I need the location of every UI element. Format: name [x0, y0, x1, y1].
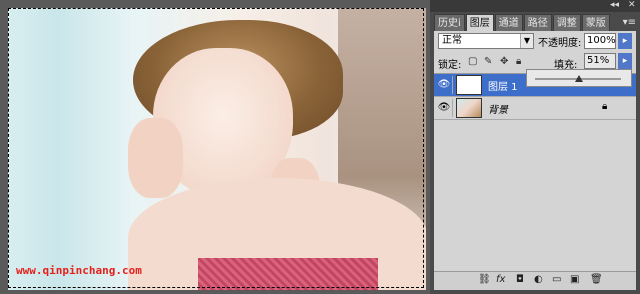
tab-paths[interactable]: 路径 — [523, 14, 552, 31]
blend-opacity-row: 正常 ▼ 不透明度: 100% ▸ — [438, 33, 634, 51]
blend-mode-select[interactable]: 正常 ▼ — [438, 33, 534, 49]
collapse-icon[interactable]: ◂◂ — [610, 0, 619, 10]
panel-topbar: ◂◂ ✕ — [430, 0, 640, 12]
photo-hand-left — [128, 118, 183, 198]
new-layer-icon[interactable]: ▣ — [570, 274, 579, 285]
fill-slider-button[interactable]: ▸ — [618, 53, 632, 69]
tab-layers[interactable]: 图层 — [465, 14, 494, 31]
trash-icon[interactable]: 🗑︎ — [590, 274, 603, 285]
layer-name[interactable]: 背景 — [488, 101, 508, 116]
adjustment-icon[interactable]: ◐ — [534, 274, 543, 285]
opacity-slider-button[interactable]: ▸ — [618, 33, 632, 49]
tab-history[interactable]: 历史i — [434, 14, 465, 31]
fx-icon[interactable]: fx — [496, 274, 505, 285]
link-icon[interactable]: ⛓ — [478, 274, 491, 285]
layer-thumbnail — [456, 75, 482, 95]
close-icon[interactable]: ✕ — [628, 0, 636, 10]
blend-mode-value: 正常 — [442, 35, 462, 46]
lock-icon: 🔒︎ — [602, 101, 608, 112]
panel-tabs: 历史i 图层 通道 路径 调整 蒙版 ▾≡ — [434, 14, 636, 31]
fill-slider-knob[interactable] — [574, 75, 583, 82]
opacity-input[interactable]: 100% — [584, 33, 616, 49]
lock-paint-icon[interactable]: ✎ — [484, 56, 492, 67]
tab-channels[interactable]: 通道 — [494, 14, 523, 31]
chevron-down-icon: ▼ — [520, 34, 533, 48]
visibility-eye-icon[interactable]: 👁︎ — [436, 76, 453, 94]
lock-position-icon[interactable]: ✥ — [500, 56, 508, 67]
photo-dress — [198, 258, 378, 290]
tab-adjustments[interactable]: 调整 — [552, 14, 581, 31]
layer-row-background[interactable]: 👁︎ 背景 🔒︎ — [434, 97, 636, 120]
lock-transparent-icon[interactable]: ▢ — [468, 56, 477, 67]
visibility-eye-icon[interactable]: 👁︎ — [436, 99, 453, 117]
tab-masks[interactable]: 蒙版 — [581, 14, 610, 31]
layer-thumbnail — [456, 98, 482, 118]
layer-name[interactable]: 图层 1 — [488, 78, 518, 93]
panel-bottom-bar: ⛓ fx ◘ ◐ ▭ ▣ 🗑︎ — [434, 271, 636, 290]
panel-menu-icon[interactable]: ▾≡ — [623, 14, 636, 31]
canvas-area[interactable]: www.qinpinchang.com — [0, 0, 430, 294]
group-folder-icon[interactable]: ▭ — [552, 274, 561, 285]
layers-list: 👁︎ 图层 1 👁︎ 背景 🔒︎ — [434, 73, 636, 264]
opacity-label: 不透明度: — [538, 38, 582, 49]
canvas-photo[interactable] — [8, 8, 426, 290]
watermark: www.qinpinchang.com — [16, 264, 142, 277]
lock-all-icon[interactable]: 🔒︎ — [516, 56, 521, 67]
fill-slider-popup[interactable] — [526, 69, 632, 87]
fill-input[interactable]: 51% — [584, 53, 616, 69]
mask-icon[interactable]: ◘ — [516, 274, 524, 285]
lock-label: 锁定: — [438, 60, 462, 71]
layers-panel: ◂◂ ✕ 历史i 图层 通道 路径 调整 蒙版 ▾≡ 正常 ▼ 不透明度: 10… — [430, 0, 640, 294]
